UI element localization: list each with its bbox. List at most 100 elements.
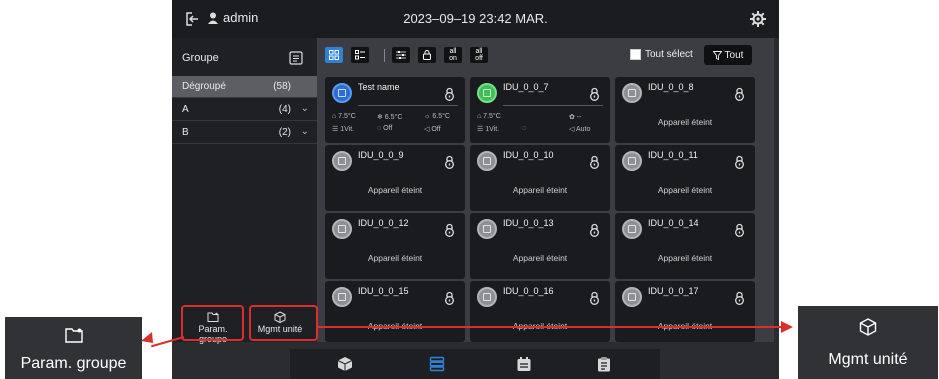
sidebar-group-degroupe[interactable]: Dégroupé (58) [172,76,317,98]
lock-icon[interactable] [588,87,601,101]
sidebar-group-a[interactable]: A (4) ⌄ [172,99,317,121]
unit-card[interactable]: IDU_0_0_12 Appareil éteint [325,213,465,279]
datetime: 2023–09–19 23:42 MAR. [403,11,548,26]
grid-view-button[interactable] [325,47,343,63]
unit-card[interactable]: IDU_0_0_11 Appareil éteint [615,145,755,211]
unit-name: IDU_0_0_9 [358,150,404,160]
unit-status-icon [622,151,642,171]
arrowhead-right-icon [781,321,793,333]
lock-icon[interactable] [733,87,746,101]
unit-panel: all on all off Tout sélect Tout Test nam… [317,38,774,342]
cube-nav-icon[interactable] [337,356,353,372]
all-off-line2: off [475,55,483,62]
list-view-icon [355,50,365,60]
checkbox-box[interactable] [630,49,641,60]
chevron-down-icon[interactable]: ⌄ [301,103,309,114]
unit-reading: ✿ -- [569,114,582,121]
lock-icon [423,50,431,60]
folder-settings-icon [65,328,83,343]
unit-status-text: Appareil éteint [657,253,713,263]
unit-card[interactable]: IDU_0_0_8 Appareil éteint [615,77,755,143]
list-edit-icon[interactable] [289,51,303,65]
lock-icon[interactable] [443,291,456,305]
sidebar-title: Groupe [182,52,219,64]
unit-reading: ⌂ 7.5°C [332,113,356,120]
lock-icon[interactable] [588,223,601,237]
unit-name: IDU_0_0_11 [648,150,698,160]
group-name: Dégroupé [182,81,226,92]
unit-status-icon [622,219,642,239]
unit-name: IDU_0_0_16 [503,286,554,296]
panel-toolbar: all on all off Tout sélect Tout [317,38,774,72]
unit-mode: ☰ 1Vit. [332,126,355,133]
lock-icon[interactable] [443,223,456,237]
unit-name: IDU_0_0_17 [648,286,699,296]
chevron-down-icon[interactable]: ⌄ [301,126,309,137]
unit-reading: ⌂ 7.5°C [477,113,501,120]
settings-sliders-button[interactable] [392,47,410,63]
unit-card[interactable]: IDU_0_0_17Appareil éteint [615,281,755,342]
lock-icon[interactable] [588,291,601,305]
unit-card[interactable]: IDU_0_0_13 Appareil éteint [470,213,610,279]
group-sidebar: Groupe Dégroupé (58) A (4) ⌄ B (2) ⌄ Par… [172,38,317,344]
unit-mode: ◁ Auto [569,126,591,133]
unit-name: IDU_0_0_7 [503,82,549,92]
unit-status-icon [332,83,352,103]
lock-icon[interactable] [733,155,746,169]
unit-status-text: Appareil éteint [512,185,568,195]
lock-icon[interactable] [588,155,601,169]
mgmt-unite-highlight [249,305,318,341]
gear-icon[interactable] [749,10,767,28]
select-all-label: Tout sélect [645,49,693,60]
select-all-checkbox[interactable]: Tout sélect [630,49,693,60]
all-off-button[interactable]: all off [470,47,488,63]
unit-status-icon [477,151,497,171]
unit-name: IDU_0_0_8 [648,82,694,92]
unit-card[interactable]: IDU_0_0_16Appareil éteint [470,281,610,342]
lock-icon[interactable] [443,87,456,101]
filter-all-label: Tout [724,49,744,61]
all-on-button[interactable]: all on [444,47,462,63]
unit-name: IDU_0_0_14 [648,218,699,228]
unit-status-icon [332,219,352,239]
unit-mode: ◌ [522,125,527,132]
divider [358,105,458,106]
top-bar: admin 2023–09–19 23:42 MAR. [172,0,779,38]
arrow-to-right-zoom [318,326,784,328]
unit-name: Test name [358,82,400,92]
all-off-line1: all [475,48,483,55]
unit-status-icon [477,287,497,307]
unit-mode: ◌ Off [377,125,393,132]
unit-reading: ☼ 6.5°C [424,113,450,120]
unit-card[interactable]: Test name ⌂ 7.5°C ❄ 6.5°C ☼ 6.5°C ☰ 1Vit. ◌ O… [325,77,465,143]
unit-status-text: Appareil éteint [367,253,423,263]
unit-card[interactable]: IDU_0_0_10 Appareil éteint [470,145,610,211]
sidebar-group-b[interactable]: B (2) ⌄ [172,122,317,144]
bottom-nav [290,349,660,379]
unit-status-icon [477,83,497,103]
param-groupe-zoom-label: Param. groupe [20,355,127,372]
mgmt-unite-zoom-label: Mgmt unité [828,351,908,368]
unit-list-nav-icon[interactable] [429,356,445,372]
group-count: (2) [278,127,291,138]
unit-card[interactable]: IDU_0_0_7 ⌂ 7.5°C ✿ -- ☰ 1Vit. ◌ ◁ Auto [470,77,610,143]
unit-status-icon [622,287,642,307]
unit-card[interactable]: IDU_0_0_9 Appareil éteint [325,145,465,211]
unit-card[interactable]: IDU_0_0_14 Appareil éteint [615,213,755,279]
unit-name: IDU_0_0_10 [503,150,554,160]
unit-status-text: Appareil éteint [367,185,423,195]
unit-name: IDU_0_0_13 [503,218,554,228]
clipboard-nav-icon[interactable] [596,356,612,372]
unit-card[interactable]: IDU_0_0_15Appareil éteint [325,281,465,342]
lock-icon[interactable] [443,155,456,169]
filter-all-button[interactable]: Tout [704,45,752,65]
sidebar-header: Groupe [172,38,317,78]
lock-icon[interactable] [733,291,746,305]
unit-mode: ☰ 1Vit. [477,126,500,133]
list-view-button[interactable] [351,47,369,63]
group-name: B [182,127,189,138]
lock-all-button[interactable] [418,47,436,63]
calendar-nav-icon[interactable] [516,356,532,372]
lock-icon[interactable] [733,223,746,237]
unit-status-icon [332,287,352,307]
